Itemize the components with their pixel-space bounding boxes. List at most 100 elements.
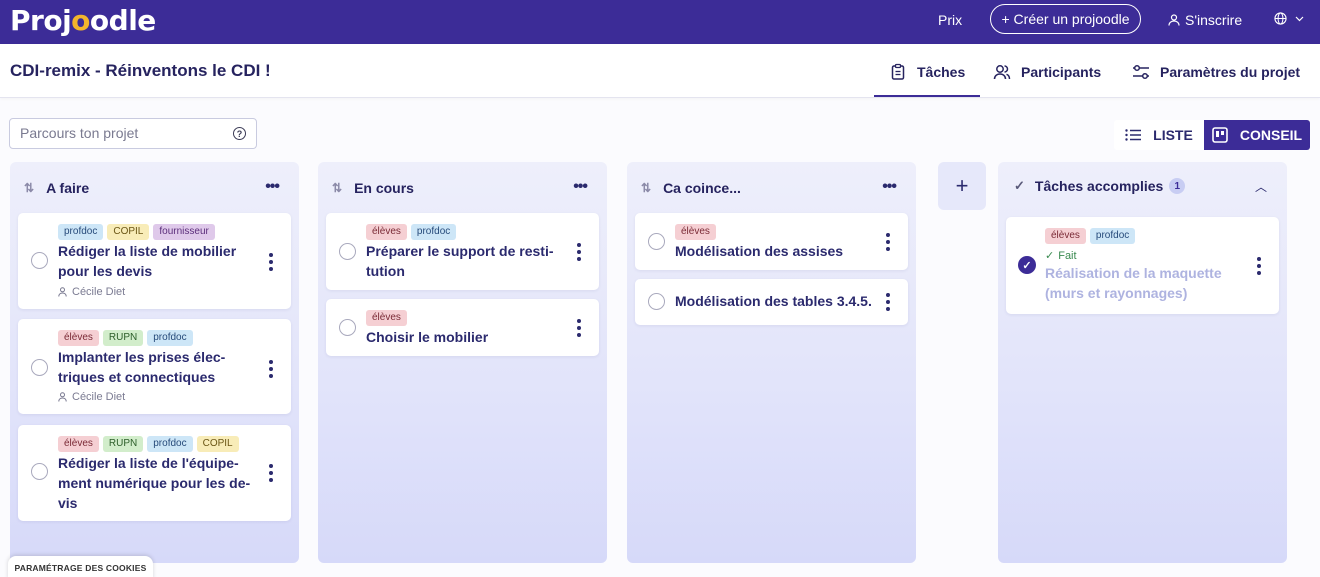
task-title: Modélisation des tables 3.4.5. [675,291,872,311]
task-title-line: tution [366,263,405,279]
task-menu-icon[interactable] [577,243,581,261]
column-title: Ca coince... [663,180,741,196]
user-icon [1168,14,1180,26]
tag: profdoc [58,224,104,240]
column-title: Tâches accomplies [1034,178,1164,194]
column-header[interactable]: ✓ Tâches accomplies 1 [1014,178,1186,194]
tag: élèves [366,224,407,240]
prix-link[interactable]: Prix [938,12,962,28]
task-menu-icon[interactable] [886,233,890,251]
task-title-line: Modélisation des assises [675,243,844,259]
task-card[interactable]: Modélisation des tables 3.4.5. [635,279,908,325]
task-title-line: pour les devis [58,263,153,279]
tab-taches-label: Tâches [917,64,966,80]
task-title-line: (murs et rayonnages) [1045,285,1188,301]
task-card[interactable]: élèves RUPN profdoc COPIL Rédiger la lis… [18,425,291,521]
assignee-name: Cécile Diet [72,391,126,403]
count-badge: 1 [1169,178,1186,194]
task-title-line: Implanter les prises élec- [58,349,226,365]
tag: RUPN [102,436,144,452]
sliders-icon [1133,64,1149,80]
create-projoodle-button[interactable]: + Créer un projoodle [990,4,1141,34]
column-ca-coince: ⇅ Ca coince... ••• élèves Modélisation d… [627,162,916,563]
task-complete-radio[interactable] [31,463,48,480]
task-title-line: triques et connectiques [58,369,216,385]
task-title-line: Choisir le mobilier [366,329,489,345]
task-card[interactable]: élèves profdoc Préparer le support de re… [326,213,599,290]
projoodle-logo[interactable]: Projoodle [10,4,156,37]
tab-parametres-label: Paramètres du projet [1160,64,1301,80]
task-complete-radio[interactable] [648,233,665,250]
search-input[interactable] [20,125,220,141]
task-assignee: Cécile Diet [58,391,125,403]
completed-check-icon[interactable]: ✓ [1018,256,1036,274]
task-title: Préparer le support de resti- tution [366,241,554,281]
column-taches-accomplies: ✓ Tâches accomplies 1 ︿ élèves profdoc ✓… [998,162,1287,563]
signin-link[interactable]: S'inscrire [1168,12,1242,28]
tag: COPIL [107,224,150,240]
tab-participants[interactable]: Participants [993,63,1101,81]
task-card-completed[interactable]: élèves profdoc ✓ ✓ Fait Réalisation de la… [1006,217,1279,314]
column-header: ⇅ En cours [332,180,414,196]
tag: profdoc [410,224,457,240]
tag-list: élèves [675,224,716,240]
board-view-label: CONSEIL [1239,127,1303,143]
add-column-button[interactable]: + [938,162,986,210]
cookie-settings-button[interactable]: PARAMÉTRAGE DES COOKIES [8,556,153,577]
task-title: Rédiger la liste de l'équipe- ment numér… [58,453,250,513]
tag-list: profdoc COPIL fournisseur [58,224,215,240]
tag-list: élèves profdoc [1045,228,1136,244]
column-menu-button[interactable]: ••• [265,178,280,196]
task-menu-icon[interactable] [1257,257,1261,275]
signin-label: S'inscrire [1185,12,1243,28]
task-card[interactable]: élèves Choisir le mobilier [326,299,599,356]
sort-arrows-icon[interactable]: ⇅ [24,181,34,195]
task-card[interactable]: élèves RUPN profdoc Implanter les prises… [18,319,291,414]
task-menu-icon[interactable] [269,464,273,482]
tag-list: élèves RUPN profdoc [58,330,193,346]
task-menu-icon[interactable] [577,319,581,337]
board-icon [1212,127,1228,143]
task-title: Choisir le mobilier [366,327,488,347]
tab-parametres[interactable]: Paramètres du projet [1132,63,1300,81]
task-title-line: Rédiger la liste de mobilier [58,243,237,259]
user-icon [58,392,67,402]
task-menu-icon[interactable] [886,293,890,311]
project-header: CDI-remix - Réinventons le CDI ! Tâches … [0,44,1320,98]
help-icon[interactable]: ? [233,127,246,140]
task-complete-radio[interactable] [339,243,356,260]
task-complete-radio[interactable] [339,319,356,336]
tag: fournisseur [153,224,215,240]
tab-taches[interactable]: Tâches [889,63,965,81]
sort-arrows-icon[interactable]: ⇅ [641,181,651,195]
language-selector[interactable] [1274,12,1304,25]
task-title-line: vis [58,495,78,511]
column-header: ⇅ A faire [24,180,89,196]
tag-list: élèves RUPN profdoc COPIL [58,436,239,452]
list-icon [1125,129,1142,141]
top-navbar: Projoodle Prix + Créer un projoodle S'in… [0,0,1320,44]
tag: COPIL [196,436,239,452]
task-title-line: Rédiger la liste de l'équipe- [58,455,239,471]
list-view-button[interactable]: LISTE [1114,120,1204,150]
task-title: Rédiger la liste de mobilier pour les de… [58,241,236,281]
tag: élèves [1045,228,1086,244]
board-view-button[interactable]: CONSEIL [1204,120,1310,150]
task-menu-icon[interactable] [269,253,273,271]
column-menu-button[interactable]: ••• [882,178,897,196]
chevron-down-icon [1295,16,1304,21]
task-assignee: Cécile Diet [58,286,125,298]
task-complete-radio[interactable] [31,359,48,376]
collapse-chevron-icon[interactable]: ︿ [1255,178,1267,195]
task-complete-radio[interactable] [648,293,665,310]
task-card[interactable]: profdoc COPIL fournisseur Rédiger la lis… [18,213,291,309]
column-a-faire: ⇅ A faire ••• profdoc COPIL fournisseur … [10,162,299,563]
sort-arrows-icon[interactable]: ⇅ [332,181,342,195]
task-card[interactable]: élèves Modélisation des assises [635,213,908,270]
column-menu-button[interactable]: ••• [573,178,588,196]
task-complete-radio[interactable] [31,252,48,269]
assignee-name: Cécile Diet [72,286,126,298]
tag-list: élèves [366,310,407,326]
task-menu-icon[interactable] [269,360,273,378]
project-title: CDI-remix - Réinventons le CDI ! [10,61,271,80]
